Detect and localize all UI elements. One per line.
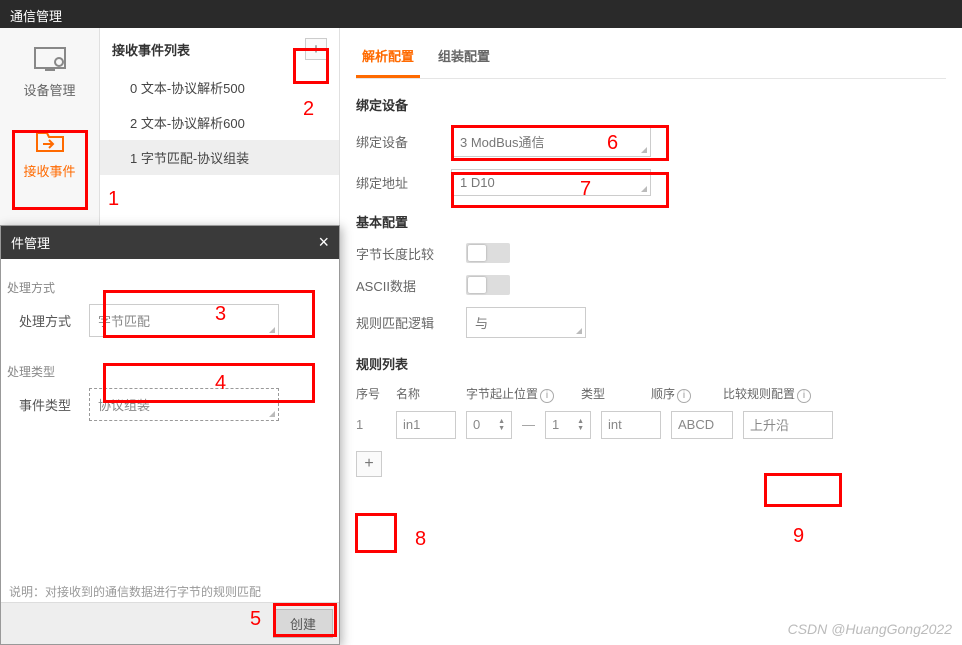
row-ascii: ASCII数据 — [356, 275, 946, 295]
list-item[interactable]: 1 字节匹配-协议组装 — [100, 140, 339, 175]
select-bind-address[interactable]: 1 D10 — [451, 169, 651, 196]
add-rule-button[interactable]: + — [356, 451, 382, 477]
info-icon: i — [540, 389, 554, 403]
cell-type[interactable]: int — [601, 411, 661, 439]
table-row: 1 in1 0▲▼ — 1▲▼ int ABCD 上升沿 — [356, 411, 946, 439]
nav-device-label: 设备管理 — [23, 83, 75, 98]
select-process-mode[interactable]: 字节匹配 — [89, 304, 279, 337]
tab-parse[interactable]: 解析配置 — [356, 38, 420, 78]
folder-arrow-icon — [33, 127, 67, 155]
label-bind-address: 绑定地址 — [356, 173, 451, 192]
modal-body: 处理方式 处理方式 字节匹配 处理类型 事件类型 协议组装 — [1, 259, 339, 439]
col-range: 字节起止位置i — [466, 385, 571, 403]
tabs: 解析配置 组装配置 — [356, 28, 946, 79]
close-icon[interactable]: × — [318, 232, 329, 253]
rule-header: 序号 名称 字节起止位置i 类型 顺序i 比较规则配置i — [356, 385, 946, 403]
col-name: 名称 — [396, 385, 456, 402]
select-logic[interactable]: 与 — [466, 307, 586, 338]
watermark: CSDN @HuangGong2022 — [788, 621, 952, 637]
select-event-type[interactable]: 协议组装 — [89, 388, 279, 421]
nav-device-mgmt[interactable]: 设备管理 — [0, 28, 99, 109]
cell-start[interactable]: 0▲▼ — [466, 411, 512, 439]
event-list-title: 接收事件列表 — [112, 40, 190, 59]
rule-table: 序号 名称 字节起止位置i 类型 顺序i 比较规则配置i 1 in1 0▲▼ —… — [356, 385, 946, 477]
label-event-type: 事件类型 — [19, 395, 89, 414]
event-manage-modal: 件管理 × 处理方式 处理方式 字节匹配 处理类型 事件类型 协议组装 说明：对… — [0, 225, 340, 645]
select-bind-device[interactable]: 3 ModBus通信 — [451, 126, 651, 157]
cell-name[interactable]: in1 — [396, 411, 456, 439]
add-event-button[interactable]: + — [305, 38, 327, 60]
row-logic: 规则匹配逻辑 与 — [356, 307, 946, 338]
monitor-icon — [33, 46, 67, 74]
switch-byte-length[interactable] — [466, 243, 510, 263]
list-item[interactable]: 2 文本-协议解析600 — [100, 105, 339, 140]
label-bind-device: 绑定设备 — [356, 132, 451, 151]
row-event-type: 事件类型 协议组装 — [19, 388, 321, 421]
nav-receive-label: 接收事件 — [23, 164, 75, 179]
col-index: 序号 — [356, 385, 386, 402]
event-list-header: 接收事件列表 + — [100, 28, 339, 70]
spinner-icon[interactable]: ▲▼ — [577, 418, 584, 432]
info-icon: i — [797, 389, 811, 403]
tab-assemble[interactable]: 组装配置 — [432, 38, 496, 78]
nav-receive-event[interactable]: 接收事件 — [0, 109, 99, 190]
modal-hint: 说明：对接收到的通信数据进行字节的规则匹配 — [9, 583, 261, 600]
section-bind-device: 绑定设备 — [356, 95, 946, 114]
cell-order[interactable]: ABCD — [671, 411, 733, 439]
modal-footer: 创建 — [1, 602, 339, 644]
label-ascii: ASCII数据 — [356, 276, 466, 295]
label-process-mode: 处理方式 — [19, 311, 89, 330]
cell-index: 1 — [356, 417, 386, 432]
section-rule-list: 规则列表 — [356, 354, 946, 373]
switch-ascii[interactable] — [466, 275, 510, 295]
config-panel: 解析配置 组装配置 绑定设备 绑定设备 3 ModBus通信 绑定地址 1 D1… — [340, 28, 962, 645]
row-byte-length: 字节长度比较 — [356, 243, 946, 263]
modal-header: 件管理 × — [1, 226, 339, 259]
section-basic-config: 基本配置 — [356, 212, 946, 231]
row-bind-device: 绑定设备 3 ModBus通信 — [356, 126, 946, 157]
col-compare: 比较规则配置i — [723, 385, 813, 403]
row-bind-address: 绑定地址 1 D10 — [356, 169, 946, 196]
col-order: 顺序i — [651, 385, 713, 403]
modal-title: 件管理 — [11, 233, 50, 252]
group-process-mode: 处理方式 — [7, 279, 321, 296]
label-byte-length: 字节长度比较 — [356, 244, 466, 263]
row-process-mode: 处理方式 字节匹配 — [19, 304, 321, 337]
dash: — — [522, 417, 535, 432]
cell-end[interactable]: 1▲▼ — [545, 411, 591, 439]
info-icon: i — [677, 389, 691, 403]
title-bar: 通信管理 — [0, 0, 962, 28]
group-process-type: 处理类型 — [7, 363, 321, 380]
cell-compare[interactable]: 上升沿 — [743, 411, 833, 439]
spinner-icon[interactable]: ▲▼ — [498, 418, 505, 432]
label-logic: 规则匹配逻辑 — [356, 313, 466, 332]
col-type: 类型 — [581, 385, 641, 402]
create-button[interactable]: 创建 — [273, 609, 333, 638]
list-item[interactable]: 0 文本-协议解析500 — [100, 70, 339, 105]
